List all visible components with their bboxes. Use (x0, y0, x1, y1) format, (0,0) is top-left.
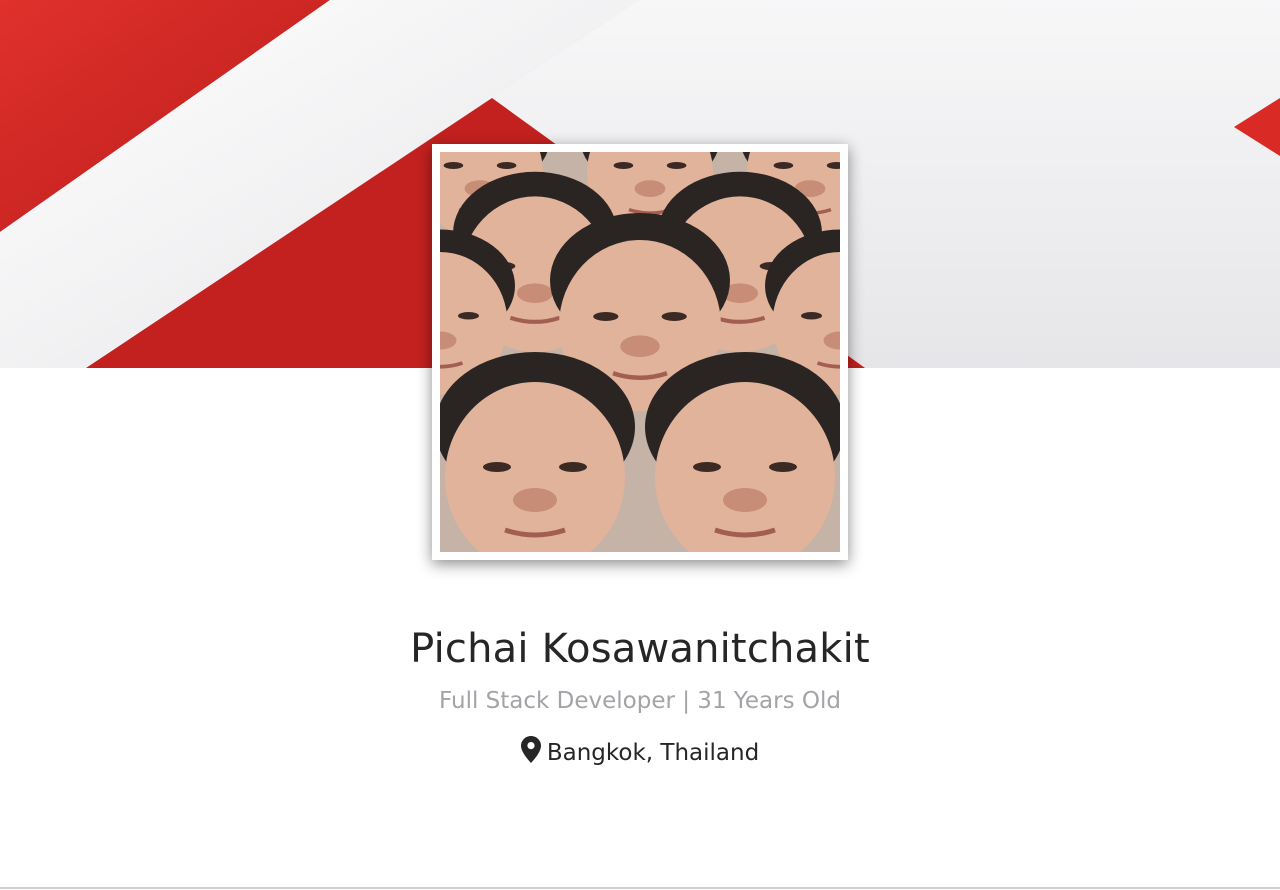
face-tile (440, 352, 635, 552)
profile-subtitle: Full Stack Developer | 31 Years Old (439, 688, 841, 714)
profile-name: Pichai Kosawanitchakit (410, 626, 870, 672)
profile-location: Bangkok, Thailand (0, 736, 1280, 766)
location-text: Bangkok, Thailand (546, 740, 760, 766)
profile-photo-collage (440, 152, 840, 552)
map-marker-icon (520, 736, 541, 763)
profile-photo (440, 152, 840, 552)
face-tile (645, 352, 840, 552)
red-notch-right (1234, 98, 1280, 156)
section-divider (0, 887, 1280, 889)
profile-photo-frame (432, 144, 848, 560)
